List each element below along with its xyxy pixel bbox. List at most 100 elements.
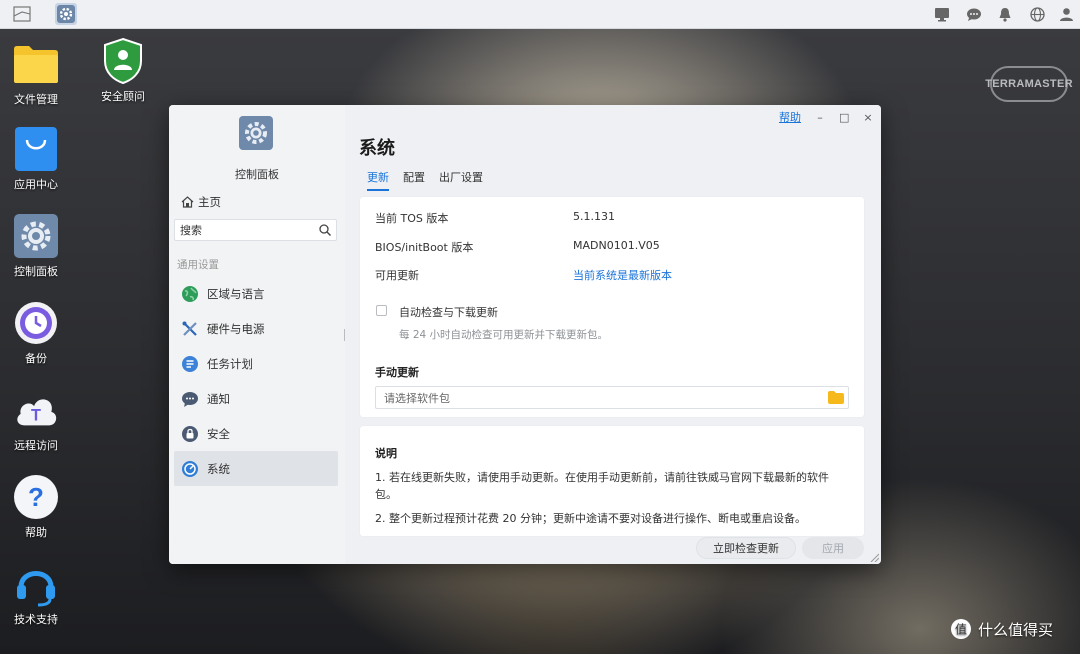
tools-icon bbox=[182, 321, 197, 336]
desktop-icon-tech-support[interactable]: 技术支持 bbox=[0, 561, 72, 627]
auto-update-checkbox[interactable] bbox=[376, 305, 387, 316]
desktop-icon bbox=[13, 6, 31, 22]
tab-factory-reset[interactable]: 出厂设置 bbox=[439, 169, 483, 191]
search-input[interactable]: 搜索 bbox=[174, 219, 337, 241]
brand-logo: TERRAMASTER bbox=[985, 66, 1073, 102]
check-update-button[interactable]: 立即检查更新 bbox=[696, 537, 796, 559]
desktop-icon-backup[interactable]: 备份 bbox=[0, 300, 72, 366]
sidebar-item-label: 硬件与电源 bbox=[207, 321, 265, 336]
page-title: 系统 bbox=[359, 138, 395, 159]
user-button[interactable] bbox=[1056, 4, 1076, 24]
folder-icon bbox=[14, 46, 58, 83]
sidebar-item-label: 系统 bbox=[207, 461, 230, 476]
taskbar-control-panel-button[interactable] bbox=[55, 3, 77, 25]
available-update-label: 可用更新 bbox=[375, 269, 419, 282]
chat-icon bbox=[967, 8, 981, 21]
desktop-icon-file-manager[interactable]: 文件管理 bbox=[0, 41, 72, 107]
browse-folder-button[interactable] bbox=[824, 391, 848, 404]
svg-text:T: T bbox=[31, 407, 41, 425]
globe-icon bbox=[182, 285, 198, 302]
desktop-icon-label: 备份 bbox=[25, 352, 47, 365]
taskbar bbox=[0, 0, 1080, 29]
tos-version-label: 当前 TOS 版本 bbox=[375, 212, 449, 225]
auto-update-hint: 每 24 小时自动检查可用更新并下载更新包。 bbox=[399, 329, 609, 341]
close-button[interactable]: × bbox=[863, 111, 873, 124]
search-icon bbox=[319, 224, 331, 236]
desktop-icon-security-advisor[interactable]: 安全顾问 bbox=[87, 37, 159, 104]
window-controls: 帮助 – □ × bbox=[779, 109, 873, 125]
tab-update[interactable]: 更新 bbox=[367, 169, 389, 191]
desktop-icon-label: 安全顾问 bbox=[101, 90, 145, 103]
app-title: 控制面板 bbox=[235, 168, 279, 181]
notes-card: 说明 1. 若在线更新失败，请使用手动更新。在使用手动更新前，请前往铁威马官网下… bbox=[360, 426, 864, 536]
section-label: 通用设置 bbox=[177, 259, 219, 271]
sidebar-item-region-language[interactable]: 区域与语言 bbox=[174, 276, 338, 311]
sidebar-item-task-scheduler[interactable]: 任务计划 bbox=[174, 346, 338, 381]
home-link[interactable]: 主页 bbox=[181, 194, 221, 210]
available-update-value[interactable]: 当前系统是最新版本 bbox=[573, 267, 672, 283]
sidebar-item-security[interactable]: 安全 bbox=[174, 416, 338, 451]
manual-update-title: 手动更新 bbox=[375, 366, 419, 379]
package-file-placeholder: 请选择软件包 bbox=[384, 391, 450, 405]
language-button[interactable] bbox=[1027, 4, 1047, 24]
bell-icon bbox=[999, 7, 1011, 22]
minimize-button[interactable]: – bbox=[815, 111, 825, 124]
desktop-icon-label: 远程访问 bbox=[14, 439, 58, 452]
control-panel-logo-icon bbox=[239, 116, 273, 150]
notes-title: 说明 bbox=[375, 447, 397, 460]
sidebar-item-notification[interactable]: 通知 bbox=[174, 381, 338, 416]
desktop-icon-help[interactable]: ? 帮助 bbox=[0, 474, 72, 540]
monitor-icon bbox=[935, 7, 949, 21]
sidebar-item-system[interactable]: 系统 bbox=[174, 451, 338, 486]
sidebar-item-label: 任务计划 bbox=[207, 356, 253, 371]
tos-version-value: 5.1.131 bbox=[573, 210, 615, 223]
clock-icon bbox=[15, 302, 57, 344]
notifications-button[interactable] bbox=[995, 4, 1015, 24]
sidebar-item-label: 安全 bbox=[207, 426, 230, 441]
search-placeholder: 搜索 bbox=[180, 224, 202, 237]
gear-icon bbox=[14, 214, 58, 258]
question-icon: ? bbox=[14, 475, 58, 519]
list-icon bbox=[182, 355, 198, 372]
control-panel-icon bbox=[57, 5, 75, 23]
shield-icon bbox=[104, 37, 142, 85]
watermark-text: 什么值得买 bbox=[978, 620, 1054, 639]
tab-config[interactable]: 配置 bbox=[403, 169, 425, 191]
watermark: 值 什么值得买 bbox=[950, 618, 1053, 640]
desktop-icon-label: 控制面板 bbox=[14, 265, 58, 278]
shopping-bag-icon bbox=[15, 127, 57, 171]
tab-bar: 更新 配置 出厂设置 bbox=[367, 169, 483, 191]
package-file-input[interactable]: 请选择软件包 bbox=[375, 386, 849, 409]
desktop-icon-label: 技术支持 bbox=[14, 613, 58, 626]
main-panel: 帮助 – □ × 系统 更新 配置 出厂设置 当前 TOS 版本 5.1.131… bbox=[345, 105, 881, 564]
desktop-icon-app-center[interactable]: 应用中心 bbox=[0, 126, 72, 192]
desktop-icon-control-panel[interactable]: 控制面板 bbox=[0, 213, 72, 279]
headset-icon bbox=[17, 571, 55, 607]
auto-update-label[interactable]: 自动检查与下载更新 bbox=[399, 304, 498, 320]
apply-button[interactable]: 应用 bbox=[802, 537, 864, 559]
control-panel-window: 控制面板 主页 搜索 通用设置 区域与语言 硬件与电源 任务计划 通知 安全 系… bbox=[169, 105, 881, 564]
globe-icon bbox=[1029, 6, 1045, 22]
bios-version-label: BIOS/initBoot 版本 bbox=[375, 241, 474, 254]
chat-bubble-icon bbox=[182, 391, 198, 407]
help-link[interactable]: 帮助 bbox=[779, 109, 801, 125]
maximize-button[interactable]: □ bbox=[839, 111, 849, 124]
svg-text:?: ? bbox=[28, 482, 44, 512]
sidebar-item-hardware-power[interactable]: 硬件与电源 bbox=[174, 311, 338, 346]
messages-button[interactable] bbox=[964, 4, 984, 24]
home-icon bbox=[181, 196, 194, 208]
desktop-icon-label: 帮助 bbox=[25, 526, 47, 539]
desktop-icon-remote-access[interactable]: T 远程访问 bbox=[0, 387, 72, 453]
system-icon bbox=[182, 460, 198, 477]
show-desktop-button[interactable] bbox=[11, 3, 33, 25]
resize-grip-icon[interactable] bbox=[869, 552, 879, 562]
cloud-icon: T bbox=[17, 399, 57, 426]
note-item: 2. 整个更新过程预计花费 20 分钟；更新中途请不要对设备进行操作、断电或重启… bbox=[375, 512, 806, 525]
update-card: 当前 TOS 版本 5.1.131 BIOS/initBoot 版本 MADN0… bbox=[360, 197, 864, 417]
user-icon bbox=[1059, 7, 1073, 21]
folder-icon bbox=[828, 391, 844, 404]
watermark-badge: 值 bbox=[955, 622, 967, 637]
note-item: 1. 若在线更新失败，请使用手动更新。在使用手动更新前，请前往铁威马官网下载最新… bbox=[375, 471, 829, 501]
sidebar-item-label: 区域与语言 bbox=[207, 286, 265, 301]
monitor-button[interactable] bbox=[932, 4, 952, 24]
